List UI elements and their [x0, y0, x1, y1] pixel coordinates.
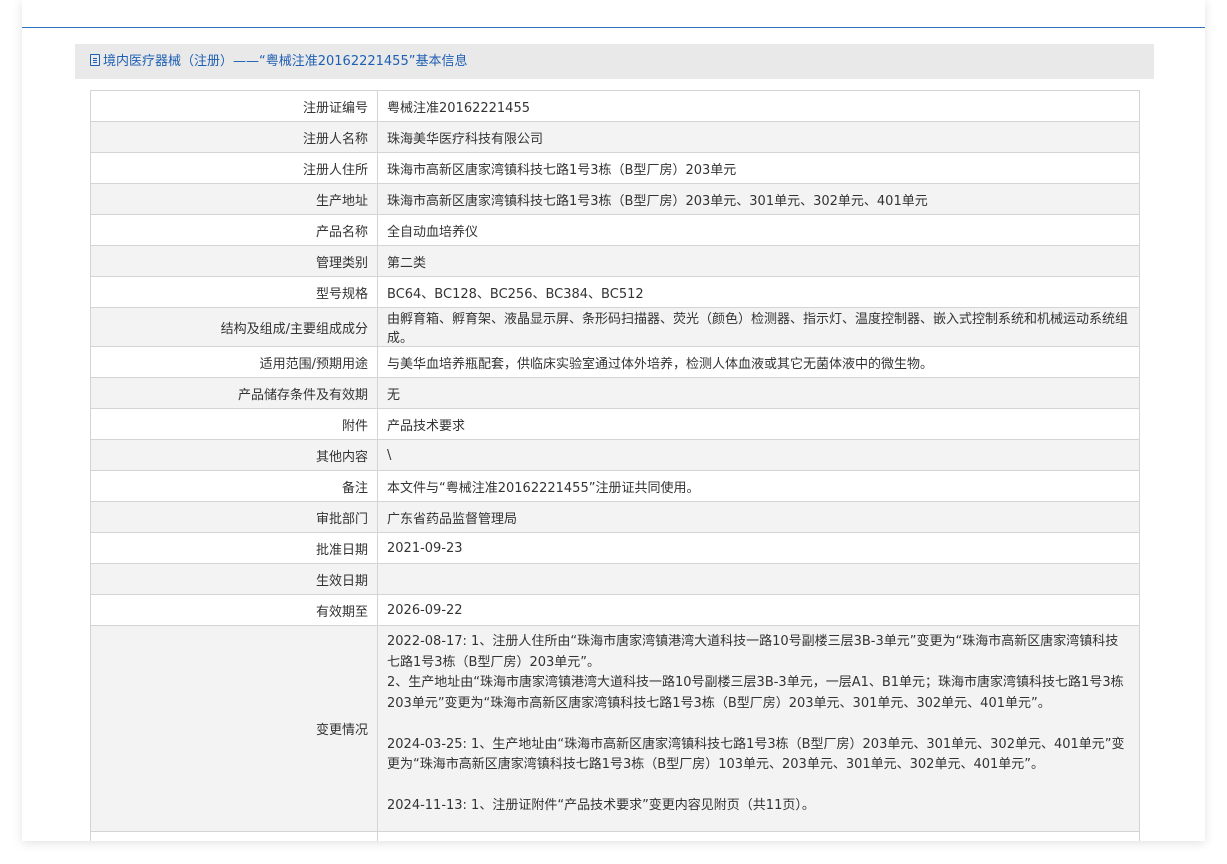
- table-row: 批准日期 2021-09-23: [90, 532, 1140, 564]
- change-entry: 2、生产地址由“珠海市唐家湾镇港湾大道科技一路10号副楼三层3B-3单元，一层A…: [387, 675, 1124, 711]
- table-row: 审批部门 广东省药品监督管理局: [90, 501, 1140, 533]
- table-row: 结构及组成/主要组成成分 由孵育箱、孵育架、液晶显示屏、条形码扫描器、荧光（颜色）…: [90, 307, 1140, 347]
- field-value: 珠海美华医疗科技有限公司: [377, 121, 1140, 153]
- field-value: 全自动血培养仪: [377, 214, 1140, 246]
- table-row: 管理类别 第二类: [90, 245, 1140, 277]
- field-value: 珠海市高新区唐家湾镇科技七路1号3栋（B型厂房）203单元、301单元、302单…: [377, 183, 1140, 215]
- field-value: 珠海市高新区唐家湾镇科技七路1号3栋（B型厂房）203单元: [377, 152, 1140, 184]
- field-label: 有效期至: [90, 594, 378, 626]
- detail-table: 注册证编号 粤械注准20162221455 注册人名称 珠海美华医疗科技有限公司 注册人…: [90, 90, 1140, 841]
- field-value: 粤械注准20162221455: [377, 90, 1140, 122]
- field-label: 型号规格: [90, 276, 378, 308]
- field-label: 注册人住所: [90, 152, 378, 184]
- field-value: 无: [377, 377, 1140, 409]
- field-label: 批准日期: [90, 532, 378, 564]
- field-label: 产品储存条件及有效期: [90, 377, 378, 409]
- field-label: 附件: [90, 408, 378, 440]
- change-entry: 2024-11-13: 1、注册证附件“产品技术要求”变更内容见附页（共11页）…: [387, 798, 815, 813]
- field-label: 结构及组成/主要组成成分: [90, 307, 378, 347]
- field-value: 与美华血培养瓶配套，供临床实验室通过体外培养，检测人体血液或其它无菌体液中的微生…: [377, 346, 1140, 378]
- field-label: 管理类别: [90, 245, 378, 277]
- field-label: 产品名称: [90, 214, 378, 246]
- field-label: 审批部门: [90, 501, 378, 533]
- field-value: 2026-09-22: [377, 594, 1140, 626]
- table-row: 适用范围/预期用途 与美华血培养瓶配套，供临床实验室通过体外培养，检测人体血液或其…: [90, 346, 1140, 378]
- change-entry: 2024-03-25: 1、生产地址由“珠海市高新区唐家湾镇科技七路1号3栋（B…: [387, 736, 1125, 773]
- table-row: 备注 本文件与“粤械注准20162221455”注册证共同使用。: [90, 470, 1140, 502]
- change-history: 2022-08-17: 1、注册人住所由“珠海市唐家湾镇港湾大道科技一路10号副…: [377, 625, 1140, 832]
- field-label: 适用范围/预期用途: [90, 346, 378, 378]
- field-value: 第二类: [377, 245, 1140, 277]
- table-row: 附件 产品技术要求: [90, 408, 1140, 440]
- field-value: 广东省药品监督管理局: [377, 501, 1140, 533]
- field-label: 备注: [90, 470, 378, 502]
- info-panel: 境内医疗器械（注册）——“粤械注准20162221455”基本信息 注册证编号粤…: [75, 44, 1154, 841]
- field-value: \: [377, 439, 1140, 471]
- field-value: 2021-09-23: [377, 532, 1140, 564]
- field-label: 变更情况: [90, 625, 378, 832]
- field-value: 产品技术要求: [377, 408, 1140, 440]
- field-value: [377, 830, 1140, 841]
- page-title: 境内医疗器械（注册）——“粤械注准20162221455”基本信息: [103, 54, 468, 69]
- field-label: 注册证编号: [90, 90, 378, 122]
- field-label: 生效日期: [90, 563, 378, 595]
- table-row: 产品名称 全自动血培养仪: [90, 214, 1140, 246]
- field-label: 注册人名称: [90, 121, 378, 153]
- field-label: [90, 830, 378, 841]
- field-value: BC64、BC128、BC256、BC384、BC512: [377, 276, 1140, 308]
- table-row: 有效期至 2026-09-22: [90, 594, 1140, 626]
- top-divider: [22, 27, 1205, 28]
- field-label: 生产地址: [90, 183, 378, 215]
- table-row: 注册证编号 粤械注准20162221455: [90, 90, 1140, 122]
- field-label: 其他内容: [90, 439, 378, 471]
- document-icon: [90, 54, 100, 66]
- field-value: 由孵育箱、孵育架、液晶显示屏、条形码扫描器、荧光（颜色）检测器、指示灯、温度控制…: [377, 307, 1140, 347]
- table-row: 生产地址 珠海市高新区唐家湾镇科技七路1号3栋（B型厂房）203单元、301单元、…: [90, 183, 1140, 215]
- field-value: [377, 563, 1140, 595]
- table-row: 型号规格 BC64、BC128、BC256、BC384、BC512: [90, 276, 1140, 308]
- table-row: [90, 830, 1140, 841]
- field-value: 本文件与“粤械注准20162221455”注册证共同使用。: [377, 470, 1140, 502]
- change-entry: 2022-08-17: 1、注册人住所由“珠海市唐家湾镇港湾大道科技一路10号副…: [387, 634, 1119, 670]
- table-row: 生效日期: [90, 563, 1140, 595]
- table-row: 产品储存条件及有效期无: [90, 377, 1140, 409]
- panel-body: 注册证编号 粤械注准20162221455 注册人名称 珠海美华医疗科技有限公司 注册人…: [75, 79, 1154, 841]
- table-row: 注册人住所 珠海市高新区唐家湾镇科技七路1号3栋（B型厂房）203单元: [90, 152, 1140, 184]
- table-row: 其他内容 \: [90, 439, 1140, 471]
- table-row: 注册人名称 珠海美华医疗科技有限公司: [90, 121, 1140, 153]
- page-card: 境内医疗器械（注册）——“粤械注准20162221455”基本信息 注册证编号粤…: [22, 0, 1205, 841]
- table-row-changes: 变更情况 2022-08-17: 1、注册人住所由“珠海市唐家湾镇港湾大道科技一路…: [90, 625, 1140, 832]
- panel-header: 境内医疗器械（注册）——“粤械注准20162221455”基本信息: [75, 44, 1154, 79]
